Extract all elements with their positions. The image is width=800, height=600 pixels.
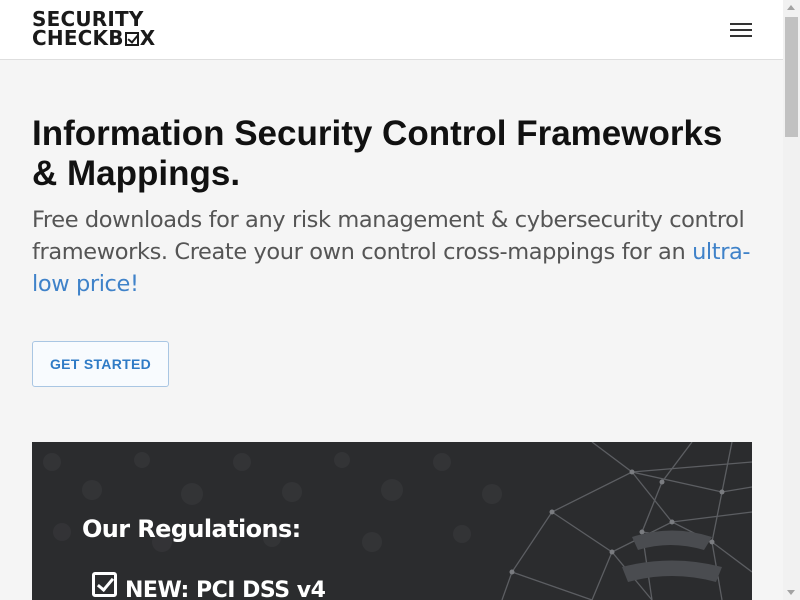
checkbox-checked-icon <box>92 572 117 597</box>
site-logo[interactable]: SECURITY CHECKB X <box>32 9 156 50</box>
get-started-button[interactable]: GET STARTED <box>32 341 169 387</box>
regulations-heading: Our Regulations: <box>82 515 301 543</box>
regulations-banner: Our Regulations: NEW: PCI DSS v4 <box>32 442 752 600</box>
scrollbar-thumb[interactable] <box>785 17 798 137</box>
hamburger-bar <box>730 23 752 25</box>
regulation-label: NEW: PCI DSS v4 <box>125 578 326 600</box>
hamburger-bar <box>730 35 752 37</box>
scroll-up-arrow-icon[interactable] <box>787 5 795 10</box>
top-navbar: SECURITY CHECKB X <box>0 0 783 60</box>
hero-subtitle: Free downloads for any risk management &… <box>32 204 752 300</box>
hamburger-menu-icon[interactable] <box>730 23 752 37</box>
vertical-scrollbar[interactable] <box>783 0 800 600</box>
hamburger-bar <box>730 29 752 31</box>
page-title: Information Security Control Frameworks … <box>32 114 723 193</box>
logo-checkbox-icon <box>124 32 139 46</box>
scroll-down-arrow-icon[interactable] <box>787 590 795 595</box>
regulation-item[interactable]: NEW: PCI DSS v4 <box>92 572 326 600</box>
hero-subtitle-text: Free downloads for any risk management &… <box>32 207 745 265</box>
logo-line-2-end: X <box>139 26 156 50</box>
logo-line-2: CHECKB X <box>32 26 156 50</box>
logo-line-2-start: CHECKB <box>32 26 124 50</box>
